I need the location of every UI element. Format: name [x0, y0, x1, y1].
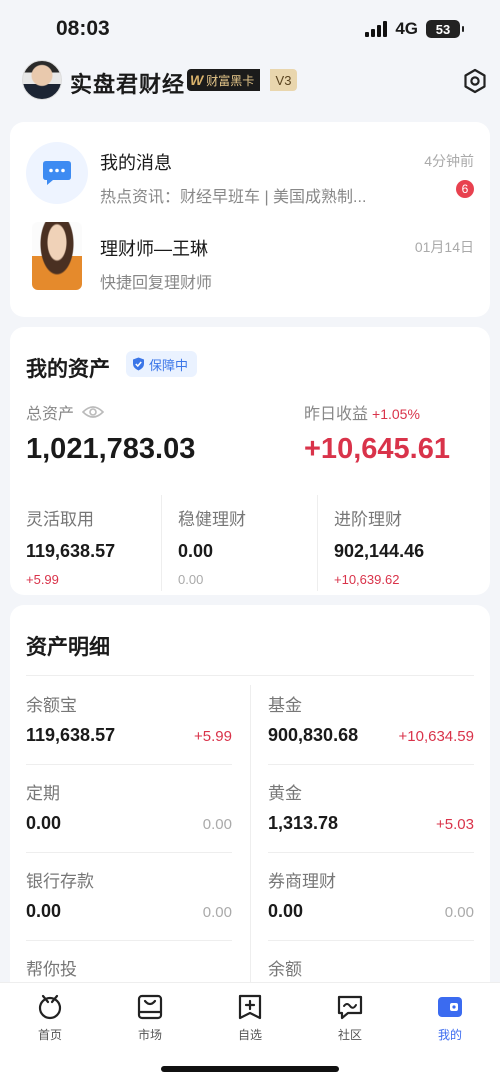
avatar[interactable]	[22, 60, 62, 100]
tab-market[interactable]: 市场	[100, 993, 200, 1053]
divider	[250, 685, 251, 1005]
network-type: 4G	[395, 19, 418, 38]
detail-value: 0.00	[268, 901, 304, 921]
watchlist-icon	[238, 994, 262, 1020]
battery-icon: 53	[426, 20, 464, 38]
advisor-avatar	[32, 222, 82, 290]
detail-label: 券商理财	[268, 872, 336, 891]
detail-label: 基金	[268, 696, 302, 715]
signal-icon	[365, 21, 388, 37]
eye-icon[interactable]	[82, 405, 105, 419]
tab-label: 我的	[437, 1028, 462, 1042]
detail-delta: 0.00	[444, 904, 474, 921]
detail-item-bank-deposit[interactable]: 银行存款 0.00 0.00	[26, 853, 232, 941]
status-bar: 08:03 4G 53	[0, 0, 500, 58]
asset-column-delta: 0.00	[178, 572, 204, 587]
divider	[26, 675, 474, 676]
yesterday-earnings-label: 昨日收益 +1.05%	[304, 400, 420, 424]
messages-card: 我的消息 热点资讯：财经早班车 | 美国成熟制... 4分钟前 6 理财师—王琳…	[10, 122, 490, 317]
detail-delta: 0.00	[202, 816, 232, 833]
detail-label: 帮你投	[26, 960, 77, 979]
asset-column-delta: +10,639.62	[334, 572, 400, 587]
tab-label: 自选	[237, 1028, 262, 1042]
asset-column-delta: +5.99	[26, 572, 59, 587]
settings-icon[interactable]	[462, 68, 488, 94]
detail-delta: +10,634.59	[398, 728, 475, 745]
username[interactable]: 实盘君财经	[70, 67, 185, 99]
detail-value: 0.00	[26, 901, 62, 921]
detail-delta: 0.00	[202, 904, 232, 921]
advisor-name: 理财师—王琳	[100, 239, 208, 259]
detail-item-gold[interactable]: 黄金 1,313.78 +5.03	[268, 765, 474, 853]
asset-column-label: 进阶理财	[334, 510, 402, 529]
yesterday-earnings-value: +10,645.61	[304, 433, 450, 465]
asset-column-advanced[interactable]: 进阶理财 902,144.46 +10,639.62	[318, 495, 490, 591]
detail-delta: +5.99	[194, 728, 232, 745]
detail-label: 余额宝	[26, 696, 77, 715]
status-indicators: 4G 53	[365, 19, 464, 39]
asset-column-value: 0.00	[178, 541, 214, 561]
market-icon	[137, 994, 163, 1020]
advisor-subtitle: 快捷回复理财师	[100, 275, 213, 292]
total-assets-value: 1,021,783.03	[26, 433, 196, 465]
detail-delta: +5.03	[436, 816, 474, 833]
shield-icon	[133, 357, 144, 371]
detail-value: 1,313.78	[268, 813, 339, 833]
tab-label: 首页	[37, 1028, 62, 1042]
detail-item-funds[interactable]: 基金 900,830.68 +10,634.59	[268, 677, 474, 765]
community-icon	[337, 995, 363, 1020]
yesterday-earnings-pct: +1.05%	[372, 406, 420, 422]
asset-column-flexible[interactable]: 灵活取用 119,638.57 +5.99	[10, 495, 162, 591]
tab-mine[interactable]: 我的	[400, 993, 500, 1053]
tab-home[interactable]: 首页	[0, 993, 100, 1053]
yesterday-earnings-text: 昨日收益	[304, 406, 369, 423]
detail-value: 119,638.57	[26, 725, 116, 745]
detail-label: 银行存款	[26, 872, 94, 891]
advisor-date: 01月14日	[414, 239, 474, 255]
tab-label: 市场	[137, 1028, 162, 1042]
asset-column-stable[interactable]: 稳健理财 0.00 0.00	[162, 495, 318, 591]
asset-column-value: 902,144.46	[334, 541, 425, 561]
detail-label: 余额	[268, 960, 302, 979]
protection-badge[interactable]: 保障中	[126, 351, 198, 377]
detail-item-broker-wealth[interactable]: 券商理财 0.00 0.00	[268, 853, 474, 941]
tab-label: 社区	[337, 1028, 362, 1042]
profile-header: 实盘君财经 W 财富黑卡 V3	[0, 58, 500, 110]
detail-item-yuebao[interactable]: 余额宝 119,638.57 +5.99	[26, 677, 232, 765]
asset-detail-card: 资产明细 余额宝 119,638.57 +5.99 定期 0.00 0.00 银…	[10, 605, 490, 1005]
status-time: 08:03	[56, 17, 110, 40]
vip-logo-icon: W	[190, 72, 204, 88]
total-assets-label: 总资产	[26, 400, 105, 424]
detail-item-fixed-term[interactable]: 定期 0.00 0.00	[26, 765, 232, 853]
vip-label: 财富黑卡	[206, 73, 255, 88]
asset-column-value: 119,638.57	[26, 541, 116, 561]
tab-community[interactable]: 社区	[300, 993, 400, 1053]
home-icon	[38, 994, 62, 1020]
home-indicator[interactable]	[161, 1066, 339, 1072]
detail-label: 黄金	[268, 784, 302, 803]
wallet-icon	[438, 997, 462, 1017]
assets-title: 我的资产	[26, 358, 110, 381]
my-assets-card: 我的资产 保障中 总资产 1,021,783.03 昨日收益 +1.05% +10…	[10, 327, 490, 595]
vip-level[interactable]: V3	[270, 69, 297, 91]
vip-badge[interactable]: W 财富黑卡	[187, 69, 261, 91]
detail-value: 0.00	[26, 813, 62, 833]
detail-label: 定期	[26, 784, 60, 803]
detail-value: 900,830.68	[268, 725, 359, 745]
advisor-row[interactable]: 理财师—王琳 快捷回复理财师 01月14日	[10, 122, 490, 292]
asset-detail-title: 资产明细	[26, 636, 110, 659]
asset-column-label: 稳健理财	[178, 510, 246, 529]
tab-watchlist[interactable]: 自选	[200, 993, 300, 1053]
protection-label: 保障中	[149, 357, 189, 373]
asset-column-label: 灵活取用	[26, 510, 94, 529]
total-assets-text: 总资产	[26, 406, 75, 423]
